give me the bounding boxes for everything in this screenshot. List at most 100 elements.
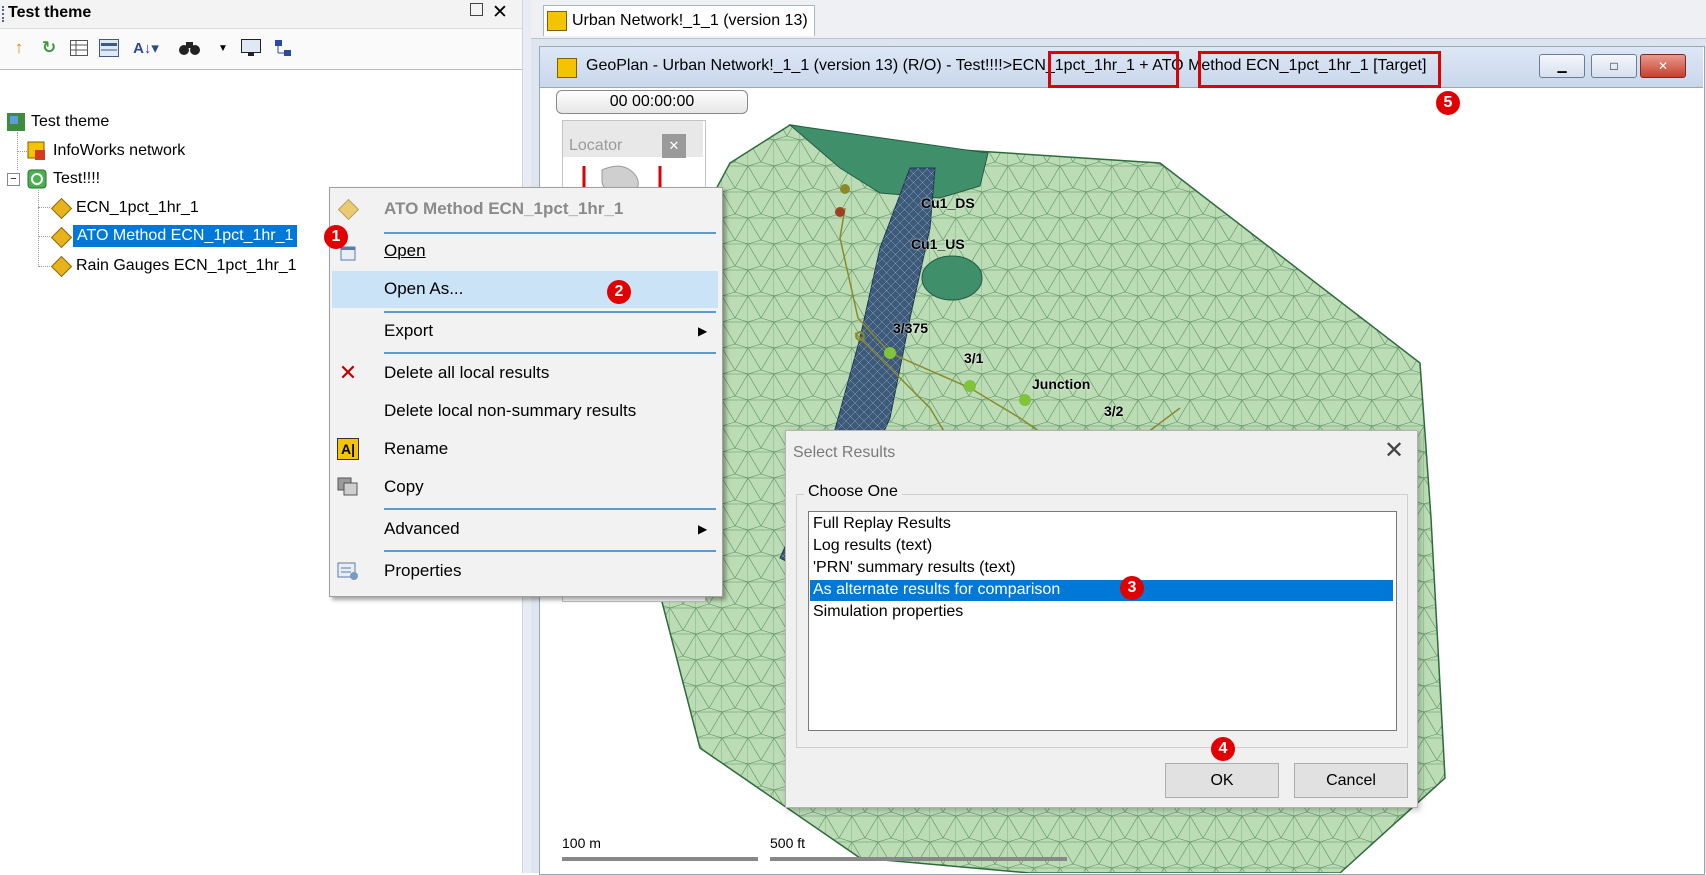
- ok-button[interactable]: OK: [1165, 763, 1279, 798]
- menu-item-delete-all-label: Delete all local results: [384, 363, 550, 382]
- tree-connector: [38, 266, 50, 267]
- node-junction: [964, 380, 976, 392]
- menu-separator: [384, 311, 716, 313]
- sort-az-icon[interactable]: A↓▾: [128, 37, 164, 59]
- menu-separator: [384, 508, 716, 510]
- map-label-cu1-us: Cu1_US: [911, 236, 965, 252]
- option-simulation-properties[interactable]: Simulation properties: [813, 603, 963, 621]
- group-label: Choose One: [804, 483, 902, 501]
- menu-item-rename[interactable]: Rename: [384, 439, 448, 459]
- option-log-results[interactable]: Log results (text): [813, 537, 932, 555]
- properties-icon: [336, 559, 360, 583]
- highlight-box-sim1: [1048, 51, 1179, 88]
- node-cu1-ds: [840, 184, 850, 194]
- table-icon[interactable]: [98, 37, 120, 59]
- grid-icon[interactable]: [68, 37, 90, 59]
- node-3-2: [1019, 394, 1031, 406]
- theme-icon: [6, 112, 26, 132]
- menu-item-open[interactable]: Open: [384, 241, 426, 261]
- highlight-box-sim2: [1198, 51, 1441, 88]
- node-3-1: [884, 347, 896, 359]
- step-marker-2: 2: [607, 280, 631, 304]
- option-prn-summary[interactable]: 'PRN' summary results (text): [813, 559, 1016, 577]
- menu-item-copy[interactable]: Copy: [384, 477, 424, 497]
- menu-item-open-as[interactable]: Open As...: [384, 279, 463, 299]
- panel-grip-icon[interactable]: [2, 6, 7, 22]
- menu-item-advanced[interactable]: Advanced: [384, 519, 460, 539]
- node-cu1-us: [835, 207, 845, 217]
- tree-connector: [17, 151, 27, 152]
- copy-icon: [336, 475, 360, 499]
- minimize-button[interactable]: ▁: [1539, 54, 1585, 78]
- option-full-replay[interactable]: Full Replay Results: [813, 515, 951, 533]
- tab-label: Urban Network!_1_1 (version 13): [572, 12, 808, 29]
- menu-item-copy-label: Copy: [384, 477, 424, 496]
- window-close-button[interactable]: ✕: [1640, 54, 1686, 78]
- option-alternate-results[interactable]: As alternate results for comparison: [813, 581, 1060, 599]
- scale-label-feet: 500 ft: [770, 835, 806, 851]
- up-arrow-icon[interactable]: ↑: [8, 37, 30, 59]
- tree-item-sim-ecn[interactable]: ECN_1pct_1hr_1: [76, 197, 199, 219]
- explorer-title: Test theme: [8, 4, 92, 21]
- menu-item-advanced-label: Advanced: [384, 519, 460, 538]
- menu-item-open-label: Open: [384, 241, 426, 260]
- menu-separator: [384, 232, 716, 234]
- step-marker-1: 1: [324, 225, 348, 249]
- menu-item-delete-all-results[interactable]: Delete all local results: [384, 363, 549, 383]
- menu-item-properties-label: Properties: [384, 561, 462, 580]
- tree-item-sim-rain-gauges[interactable]: Rain Gauges ECN_1pct_1hr_1: [76, 255, 297, 277]
- maximize-button[interactable]: □: [1591, 54, 1637, 78]
- map-label-cu1-ds: Cu1_DS: [921, 195, 975, 211]
- submenu-arrow-icon: ▶: [698, 324, 708, 338]
- sim-diamond-icon: [50, 255, 72, 277]
- geoplan-icon: [557, 58, 577, 78]
- step-marker-4: 4: [1211, 737, 1235, 761]
- collapse-toggle-icon[interactable]: −: [7, 173, 20, 186]
- run-icon: [27, 169, 47, 189]
- tree-item-run-test[interactable]: Test!!!!: [53, 168, 100, 190]
- rename-icon: A|: [336, 437, 360, 461]
- menu-item-delete-non-summary[interactable]: Delete local non-summary results: [384, 401, 636, 421]
- tree-item-sim-ato-method[interactable]: ATO Method ECN_1pct_1hr_1: [71, 224, 299, 248]
- menu-item-export[interactable]: Export: [384, 321, 433, 341]
- tree-connector: [38, 236, 50, 237]
- sim-diamond-icon: [50, 197, 72, 219]
- menu-separator: [384, 550, 716, 552]
- scale-label-metres: 100 m: [562, 835, 601, 851]
- delete-x-icon: ✕: [338, 360, 358, 385]
- monitor-icon[interactable]: [240, 37, 262, 59]
- step-marker-5: 5: [1436, 91, 1460, 115]
- explorer-toolbar: ↑ ↻ A↓▾ ▼: [0, 29, 522, 70]
- dialog-title: Select Results: [793, 444, 896, 461]
- geoplan-icon: [547, 11, 567, 31]
- scale-bar-feet: [770, 857, 1067, 861]
- menu-item-properties[interactable]: Properties: [384, 561, 461, 581]
- title-prefix: GeoPlan - Urban Network!_1_1 (version 13…: [586, 57, 1013, 74]
- sim-diamond-icon: [50, 226, 72, 248]
- step-marker-3: 3: [1120, 576, 1144, 600]
- restore-icon[interactable]: [470, 3, 483, 16]
- tree-connector: [38, 190, 39, 267]
- dialog-close-icon[interactable]: ✕: [1384, 436, 1404, 465]
- binoculars-icon[interactable]: [172, 37, 208, 59]
- locator-close-icon[interactable]: ✕: [662, 134, 686, 158]
- close-icon[interactable]: ✕: [492, 1, 508, 24]
- refresh-icon[interactable]: ↻: [38, 37, 60, 59]
- tree-item-infoworks-network[interactable]: InfoWorks network: [53, 140, 185, 162]
- menu-header: ATO Method ECN_1pct_1hr_1: [384, 199, 624, 218]
- map-label-3-375: 3/375: [893, 320, 929, 336]
- menu-item-export-label: Export: [384, 321, 434, 340]
- map-label-3-1: 3/1: [964, 350, 984, 366]
- tree-item-test-theme[interactable]: Test theme: [31, 111, 109, 133]
- locator-title: Locator: [569, 137, 623, 154]
- network-icon: [27, 141, 47, 161]
- submenu-arrow-icon: ▶: [698, 522, 708, 536]
- menu-separator: [384, 352, 716, 354]
- tree-connector: [38, 207, 50, 208]
- dropdown-arrow-icon[interactable]: ▼: [212, 37, 234, 59]
- cancel-button[interactable]: Cancel: [1294, 763, 1408, 798]
- time-display[interactable]: 00 00:00:00: [556, 90, 748, 114]
- pond: [921, 255, 983, 301]
- tree-icon[interactable]: [272, 37, 294, 59]
- tab-urban-network[interactable]: Urban Network!_1_1 (version 13): [543, 5, 815, 36]
